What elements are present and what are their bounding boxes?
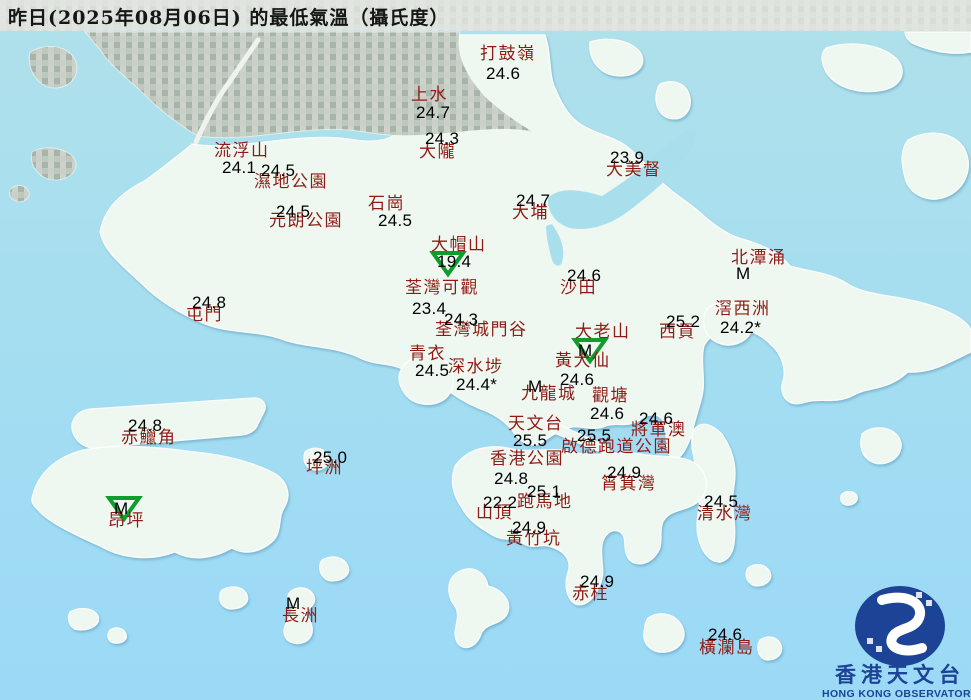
station-value: 24.6 xyxy=(486,65,520,82)
station-value: 24.5 xyxy=(704,493,738,510)
station-value: 24.3 xyxy=(425,130,459,147)
station-name: 滘西洲 xyxy=(715,301,771,318)
station-value: 25.1 xyxy=(527,483,561,500)
station-name: 打鼓嶺 xyxy=(480,46,536,63)
station-value: 25.2 xyxy=(666,313,700,330)
station-value: 24.3 xyxy=(444,311,478,328)
station-value: 23.4 xyxy=(412,300,446,317)
station-name: 觀塘 xyxy=(592,388,629,405)
station-value: M xyxy=(286,595,300,612)
station-value: 24.6 xyxy=(567,267,601,284)
station-value: 24.9 xyxy=(607,464,641,481)
station-value: 24.2* xyxy=(720,319,761,336)
station-name: 深水埗 xyxy=(448,359,504,376)
station-value: 24.5 xyxy=(415,362,449,379)
station-value: 24.5 xyxy=(378,212,412,229)
station-value: 24.9 xyxy=(580,573,614,590)
station-value: M xyxy=(736,265,750,282)
station-value: 22.2 xyxy=(483,494,517,511)
station-value: 25.0 xyxy=(313,449,347,466)
station-value: 24.4* xyxy=(456,376,497,393)
station-name: 香港公園 xyxy=(490,451,564,468)
station-value: 24.8 xyxy=(192,294,226,311)
station-value: 19.4 xyxy=(437,253,471,270)
station-name: 黃大仙 xyxy=(555,353,611,370)
station-value: 25.5 xyxy=(513,432,547,449)
station-value: 25.5 xyxy=(577,427,611,444)
station-value: 24.6 xyxy=(639,410,673,427)
station-value: 24.6 xyxy=(590,405,624,422)
station-value: 24.7 xyxy=(516,192,550,209)
station-value: 24.9 xyxy=(512,519,546,536)
station-value: M xyxy=(528,378,542,395)
station-value: 24.8 xyxy=(128,417,162,434)
station-value: M xyxy=(114,500,128,517)
station-value: 24.1 xyxy=(222,159,256,176)
station-name: 上水 xyxy=(411,87,448,104)
station-name: 荃灣可觀 xyxy=(405,280,479,297)
station-value: 24.5 xyxy=(276,203,310,220)
station-name: 大老山 xyxy=(575,324,631,341)
station-value: 24.6 xyxy=(708,626,742,643)
hko-min-temp-map-screenshot: 香港天文台 HONG KONG OBSERVATORY 昨日(2025年08月0… xyxy=(0,0,971,700)
stations-layer: 打鼓嶺24.6上水24.7大隴24.3大美督23.9流浮山24.1濕地公園24.… xyxy=(0,0,971,700)
station-value: 24.7 xyxy=(416,104,450,121)
station-value: 24.5 xyxy=(261,162,295,179)
station-value: 24.8 xyxy=(494,470,528,487)
station-value: 23.9 xyxy=(610,149,644,166)
